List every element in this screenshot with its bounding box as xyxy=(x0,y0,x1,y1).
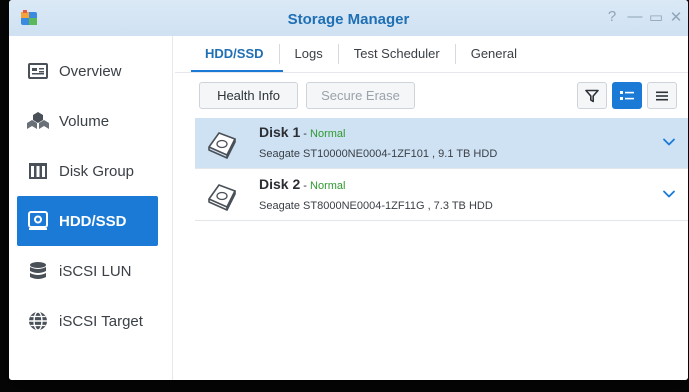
disk-separator: - xyxy=(300,180,311,192)
filter-icon xyxy=(585,89,599,102)
hdd-icon xyxy=(27,210,49,232)
tab-test-scheduler[interactable]: Test Scheduler xyxy=(337,44,455,64)
minimize-icon[interactable]: — xyxy=(626,8,644,25)
sidebar-item-label: iSCSI LUN xyxy=(59,262,132,280)
disk-title: Disk 2 xyxy=(259,176,301,192)
disk-row-1[interactable]: Disk 1 - Normal Seagate ST10000NE0004-1Z… xyxy=(195,118,688,168)
disk-name: Disk 2 - Normal xyxy=(259,176,345,192)
tab-hdd-ssd[interactable]: HDD/SSD xyxy=(191,44,279,64)
sidebar-item-label: Overview xyxy=(59,62,122,80)
iscsi-lun-icon xyxy=(27,260,49,282)
secure-erase-button[interactable]: Secure Erase xyxy=(306,82,415,109)
sidebar-item-overview[interactable]: Overview xyxy=(17,46,158,96)
detail-view-button[interactable] xyxy=(612,82,642,109)
disk-status: Normal xyxy=(310,180,346,192)
sidebar-item-label: iSCSI Target xyxy=(59,312,143,330)
title-bar[interactable]: Storage Manager ? — ▭ ✕ xyxy=(9,0,688,36)
sidebar-item-label: Volume xyxy=(59,112,110,130)
volume-icon xyxy=(27,110,49,132)
sidebar-item-disk-group[interactable]: Disk Group xyxy=(17,146,158,196)
disk-title: Disk 1 xyxy=(259,124,301,140)
help-icon[interactable]: ? xyxy=(603,8,621,25)
disk-status: Normal xyxy=(310,128,346,140)
row-divider xyxy=(195,168,688,169)
detail-list-icon xyxy=(620,90,634,100)
close-icon[interactable]: ✕ xyxy=(667,8,685,26)
chevron-down-icon[interactable] xyxy=(662,135,676,149)
storage-manager-window: Storage Manager ? — ▭ ✕ Overview Volume … xyxy=(9,0,688,380)
overview-icon xyxy=(27,60,49,82)
tab-general[interactable]: General xyxy=(454,44,532,64)
disk-detail: Seagate ST8000NE0004-1ZF11G , 7.3 TB HDD xyxy=(259,200,493,212)
disk-detail: Seagate ST10000NE0004-1ZF101 , 9.1 TB HD… xyxy=(259,148,498,160)
globe-icon xyxy=(27,310,49,332)
window-title: Storage Manager xyxy=(287,11,410,28)
disk-group-icon xyxy=(27,160,49,182)
row-divider xyxy=(195,220,688,221)
sidebar: Overview Volume Disk Group HDD/SSD iSCSI… xyxy=(9,36,173,380)
tab-divider xyxy=(175,72,688,73)
hdd-drive-icon xyxy=(208,184,236,211)
main-content: HDD/SSD Logs Test Scheduler General Heal… xyxy=(175,36,688,380)
sidebar-item-volume[interactable]: Volume xyxy=(17,96,158,146)
hdd-drive-icon xyxy=(208,132,236,159)
health-info-button[interactable]: Health Info xyxy=(199,82,298,109)
sidebar-item-label: Disk Group xyxy=(59,162,135,180)
sidebar-item-iscsi-target[interactable]: iSCSI Target xyxy=(17,296,158,346)
tab-bar: HDD/SSD Logs Test Scheduler General xyxy=(191,42,532,66)
disk-row-2[interactable]: Disk 2 - Normal Seagate ST8000NE0004-1ZF… xyxy=(195,170,688,220)
sidebar-item-iscsi-lun[interactable]: iSCSI LUN xyxy=(17,246,158,296)
sidebar-item-label: HDD/SSD xyxy=(59,212,127,230)
sidebar-item-hdd-ssd[interactable]: HDD/SSD xyxy=(17,196,158,246)
disk-separator: - xyxy=(300,128,311,140)
filter-button[interactable] xyxy=(577,82,607,109)
list-icon xyxy=(656,91,668,100)
disk-name: Disk 1 - Normal xyxy=(259,124,345,140)
chevron-down-icon[interactable] xyxy=(662,187,676,201)
maximize-icon[interactable]: ▭ xyxy=(647,8,665,26)
list-view-button[interactable] xyxy=(647,82,677,109)
tab-logs[interactable]: Logs xyxy=(278,44,338,64)
